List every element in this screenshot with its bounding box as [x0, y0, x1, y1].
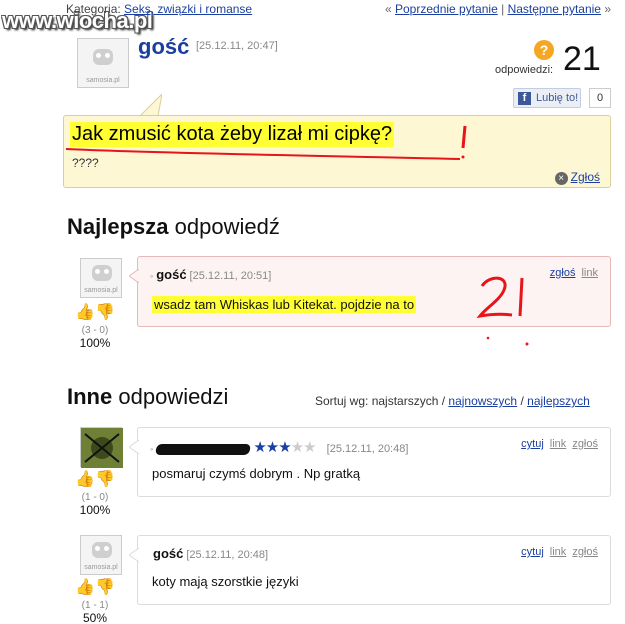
avatar-face-icon [92, 265, 112, 281]
other-answers-heading: Inne odpowiedzi [67, 384, 228, 410]
category-breadcrumb: Kategoria: Seks, związki i romanse [66, 2, 252, 16]
best-heading-bold: Najlepsza [67, 214, 169, 239]
category-link[interactable]: Seks, związki i romanse [124, 2, 252, 16]
help-question-icon: ? [534, 40, 554, 60]
question-timestamp: [25.12.11, 20:47] [196, 40, 278, 52]
sort-newest-link[interactable]: najnowszych [448, 394, 517, 408]
vote-score: (1 - 0) [81, 492, 109, 503]
facebook-icon: f [518, 92, 531, 105]
answer-avatar[interactable]: samosia.pl [80, 535, 122, 575]
avatar-face-icon [92, 542, 112, 558]
report-x-icon: × [554, 172, 568, 185]
sort-best-link[interactable]: najlepszych [527, 394, 590, 408]
answer-meta: ◦ ★★★★★ [25.12.11, 20:48] [150, 438, 408, 456]
scribbled-username [155, 443, 252, 455]
answer-timestamp: [25.12.11, 20:51] [189, 270, 272, 282]
others-heading-rest: odpowiedzi [118, 384, 229, 409]
answer-bubble-tail [129, 548, 139, 562]
prev-question-link[interactable]: Poprzednie pytanie [395, 2, 498, 16]
answer-links: zgłoś link [544, 267, 598, 279]
vote-percent: 50% [82, 611, 108, 624]
bullet-icon: ◦ [150, 444, 154, 454]
answer-text: wsadz tam Whiskas lub Kitekat. pojdzie n… [152, 296, 417, 313]
star-empty-icon: ★ [290, 439, 304, 456]
question-author-avatar[interactable]: samosia.pl [77, 38, 129, 88]
answer-text: koty mają szorstkie języki [152, 574, 299, 589]
custom-avatar-icon [81, 428, 123, 468]
thumbs-up-icon[interactable]: 👍 [75, 471, 95, 488]
prev-arrow: « [384, 2, 392, 16]
thumbs-down-icon[interactable]: 👎 [95, 579, 115, 596]
vote-score: (1 - 1) [81, 600, 109, 611]
answer-text: posmaruj czymś dobrym . Np gratką [152, 466, 361, 481]
star-filled-icon: ★ [278, 439, 291, 456]
nav-separator: | [501, 2, 505, 16]
answer-vote-panel: 👍👎 (1 - 0) 100% [70, 469, 120, 517]
answer-bubble-tail [129, 269, 139, 283]
report-link[interactable]: zgłoś [572, 438, 598, 450]
facebook-like-button[interactable]: f Lubię to! [513, 88, 581, 108]
vote-score: (3 - 0) [81, 325, 109, 336]
star-empty-icon: ★ [303, 439, 316, 456]
quote-link[interactable]: cytuj [521, 438, 544, 450]
others-heading-bold: Inne [67, 384, 113, 409]
avatar-caption: samosia.pl [84, 287, 118, 294]
report-question-button[interactable]: × Zgłoś [554, 170, 600, 185]
answer-timestamp: [25.12.11, 20:48] [326, 443, 409, 455]
answer-box: gość [25.12.11, 20:48] cytuj link zgłoś kot… [129, 535, 611, 605]
rating-stars: ★★★★★ [253, 439, 316, 456]
like-label: Lubię to! [536, 92, 579, 104]
question-author[interactable]: gość [138, 34, 189, 60]
report-link[interactable]: zgłoś [550, 267, 576, 279]
next-arrow: » [604, 2, 611, 16]
answer-meta: ◦ gość [25.12.11, 20:51] [150, 267, 271, 282]
like-count: 0 [589, 88, 611, 108]
question-navigation: « Poprzednie pytanie | Następne pytanie … [385, 2, 611, 16]
next-question-link[interactable]: Następne pytanie [508, 2, 601, 16]
report-link[interactable]: zgłoś [572, 546, 598, 558]
avatar-caption: samosia.pl [84, 564, 118, 571]
bullet-icon: ◦ [150, 271, 154, 281]
best-answer-heading: Najlepsza odpowiedź [67, 214, 280, 240]
vote-percent: 100% [79, 336, 111, 350]
avatar-caption: samosia.pl [86, 77, 120, 84]
answer-vote-panel: 👍👎 (1 - 1) 50% [70, 577, 120, 624]
answer-avatar[interactable] [80, 427, 123, 468]
answer-bubble-tail [129, 440, 139, 454]
permalink[interactable]: link [550, 546, 567, 558]
answer-author[interactable]: gość [156, 267, 186, 282]
answer-timestamp: [25.12.11, 20:48] [186, 549, 269, 561]
red-scribble-underline [65, 125, 467, 160]
sort-controls: Sortuj wg: najstarszych / najnowszych / … [315, 394, 590, 408]
thumbs-down-icon[interactable]: 👎 [95, 304, 115, 321]
answer-box: ◦ ★★★★★ [25.12.11, 20:48] cytuj link zgłoś… [129, 427, 611, 497]
category-label: Kategoria: [66, 2, 121, 16]
answer-links: cytuj link zgłoś [515, 546, 598, 558]
star-filled-icon: ★ [265, 439, 279, 456]
thumbs-down-icon[interactable]: 👎 [95, 471, 115, 488]
answers-count: 21 [563, 40, 601, 78]
best-vote-panel: 👍👎 (3 - 0) 100% [70, 302, 120, 350]
star-filled-icon: ★ [253, 439, 266, 456]
red-number-scribble [476, 276, 529, 346]
answer-author[interactable]: gość [153, 546, 183, 561]
speech-bubble-tail [140, 94, 162, 116]
sort-label: Sortuj wg: najstarszych / [315, 394, 446, 408]
report-label: Zgłoś [570, 170, 600, 184]
answers-label: odpowiedzi: [495, 64, 554, 76]
permalink[interactable]: link [581, 267, 598, 279]
best-answer-avatar[interactable]: samosia.pl [80, 258, 122, 298]
answer-links: cytuj link zgłoś [515, 438, 598, 450]
sort-separator: / [520, 394, 524, 408]
answer-text-highlight: wsadz tam Whiskas lub Kitekat. pojdzie n… [152, 296, 417, 313]
best-heading-rest: odpowiedź [174, 214, 280, 239]
thumbs-up-icon[interactable]: 👍 [75, 304, 95, 321]
quote-link[interactable]: cytuj [521, 546, 544, 558]
avatar-face-icon [93, 49, 113, 65]
top-navigation-bar: Kategoria: Seks, związki i romanse « Pop… [0, 0, 625, 20]
permalink[interactable]: link [550, 438, 567, 450]
vote-percent: 100% [79, 503, 111, 517]
thumbs-up-icon[interactable]: 👍 [75, 579, 95, 596]
answer-meta: gość [25.12.11, 20:48] [150, 546, 268, 561]
